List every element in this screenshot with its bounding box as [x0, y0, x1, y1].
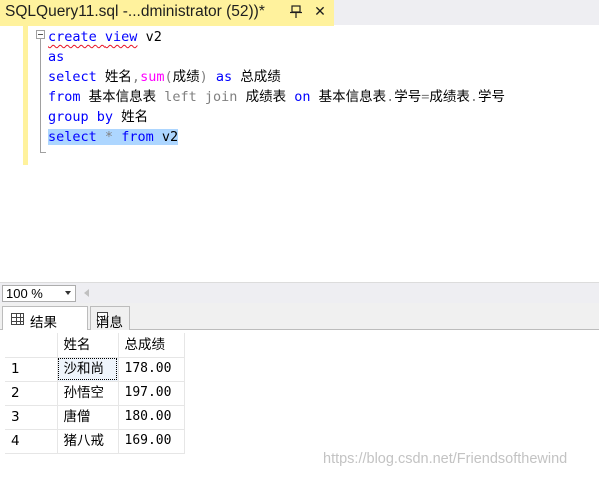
code-line-5: group by 姓名 — [48, 107, 505, 127]
cell-total[interactable]: 180.00 — [118, 405, 185, 430]
identifier: 姓名 — [96, 69, 132, 85]
table-row[interactable]: 4 猪八戒 169.00 — [5, 429, 185, 454]
keyword-from: from — [121, 129, 154, 145]
keyword-on: on — [294, 89, 311, 105]
results-pane: 姓名 总成绩 1 沙和尚 178.00 2 孙悟空 197.00 3 唐僧 18… — [0, 330, 599, 478]
document-tab-strip: SQLQuery11.sql -...dministrator (52))* ✕ — [0, 0, 599, 26]
results-grid: 姓名 总成绩 1 沙和尚 178.00 2 孙悟空 197.00 3 唐僧 18… — [5, 333, 185, 454]
outline-fold-end — [40, 152, 46, 153]
editor-vertical-scrollbar[interactable] — [582, 26, 599, 282]
view-name: v2 — [153, 129, 179, 145]
column-header-name[interactable]: 姓名 — [57, 333, 119, 358]
keyword-select: select — [48, 129, 97, 145]
keyword-view: view — [104, 29, 138, 45]
paren: ( — [164, 69, 173, 85]
scroll-left-icon[interactable] — [84, 289, 89, 297]
document-tab[interactable]: SQLQuery11.sql -...dministrator (52))* ✕ — [0, 0, 334, 24]
identifier: 姓名 — [113, 109, 149, 125]
identifier: 学号 — [478, 89, 506, 105]
results-tab-bar: 结果 消息 — [0, 303, 599, 331]
keyword-from: from — [48, 89, 81, 105]
identifier: 成绩表 — [429, 89, 470, 105]
identifier: 学号 — [394, 89, 422, 105]
zoom-value: 100 % — [6, 286, 43, 301]
table-row[interactable]: 1 沙和尚 178.00 — [5, 357, 185, 382]
paren: ) — [199, 69, 208, 85]
view-name: v2 — [137, 29, 162, 45]
cell-name[interactable]: 唐僧 — [57, 405, 119, 430]
asterisk: * — [104, 129, 114, 145]
chevron-down-icon[interactable] — [65, 291, 71, 295]
zoom-bar: 100 % — [0, 282, 599, 303]
keyword-select: select — [48, 69, 97, 85]
zoom-dropdown[interactable]: 100 % — [2, 285, 76, 302]
tab-results-label: 结果 — [30, 315, 57, 331]
collapse-outline-icon[interactable] — [36, 30, 45, 39]
cell-name[interactable]: 沙和尚 — [57, 357, 119, 382]
function-sum: sum — [140, 69, 165, 85]
document-tab-title: SQLQuery11.sql -...dministrator (52))* — [5, 3, 265, 20]
cell-total[interactable]: 197.00 — [118, 381, 185, 406]
grid-header-row: 姓名 总成绩 — [5, 333, 185, 358]
keyword-as: as — [48, 49, 65, 65]
code-line-6: select * from v2 — [48, 127, 505, 147]
table-row[interactable]: 3 唐僧 180.00 — [5, 405, 185, 430]
close-icon[interactable]: ✕ — [312, 3, 328, 21]
cell-total[interactable]: 169.00 — [118, 429, 185, 454]
selected-text: select * from v2 — [48, 129, 179, 145]
keyword-create: create — [48, 29, 97, 45]
cell-total[interactable]: 178.00 — [118, 357, 185, 382]
keyword-group-by: group by — [48, 109, 114, 125]
comma: , — [131, 69, 141, 85]
cell-name[interactable]: 孙悟空 — [57, 381, 119, 406]
dot: . — [469, 89, 479, 105]
grid-icon — [11, 313, 24, 325]
sql-editor[interactable]: create view v2 as select 姓名,sum(成绩) as 总… — [0, 26, 599, 282]
cell-name[interactable]: 猪八戒 — [57, 429, 119, 454]
watermark: https://blog.csdn.net/Friendsofthewind — [323, 451, 568, 467]
code-line-2: as — [48, 47, 505, 67]
keyword-left-join: left join — [164, 89, 238, 105]
identifier: 成绩表 — [237, 89, 295, 105]
code-line-4: from 基本信息表 left join 成绩表 on 基本信息表.学号=成绩表… — [48, 87, 505, 107]
keyword-as: as — [215, 69, 233, 85]
row-number[interactable]: 2 — [5, 381, 58, 406]
row-number[interactable]: 1 — [5, 357, 58, 382]
tab-results[interactable]: 结果 — [2, 306, 88, 331]
pin-icon[interactable] — [289, 4, 303, 20]
identifier: 成绩 — [172, 69, 200, 85]
alias: 总成绩 — [232, 69, 281, 85]
code-line-1: create view v2 — [48, 27, 505, 47]
code-area[interactable]: create view v2 as select 姓名,sum(成绩) as 总… — [48, 27, 505, 147]
identifier: 基本信息表 — [80, 89, 165, 105]
grid-corner[interactable] — [5, 333, 58, 358]
messages-tab-text[interactable]: 消息 — [96, 311, 123, 331]
table-row[interactable]: 2 孙悟空 197.00 — [5, 381, 185, 406]
identifier: 基本信息表 — [310, 89, 387, 105]
row-number[interactable]: 4 — [5, 429, 58, 454]
row-number[interactable]: 3 — [5, 405, 58, 430]
change-tracking-margin — [23, 26, 28, 165]
code-line-3: select 姓名,sum(成绩) as 总成绩 — [48, 67, 505, 87]
column-header-total[interactable]: 总成绩 — [118, 333, 185, 358]
outline-fold-line — [40, 39, 41, 152]
